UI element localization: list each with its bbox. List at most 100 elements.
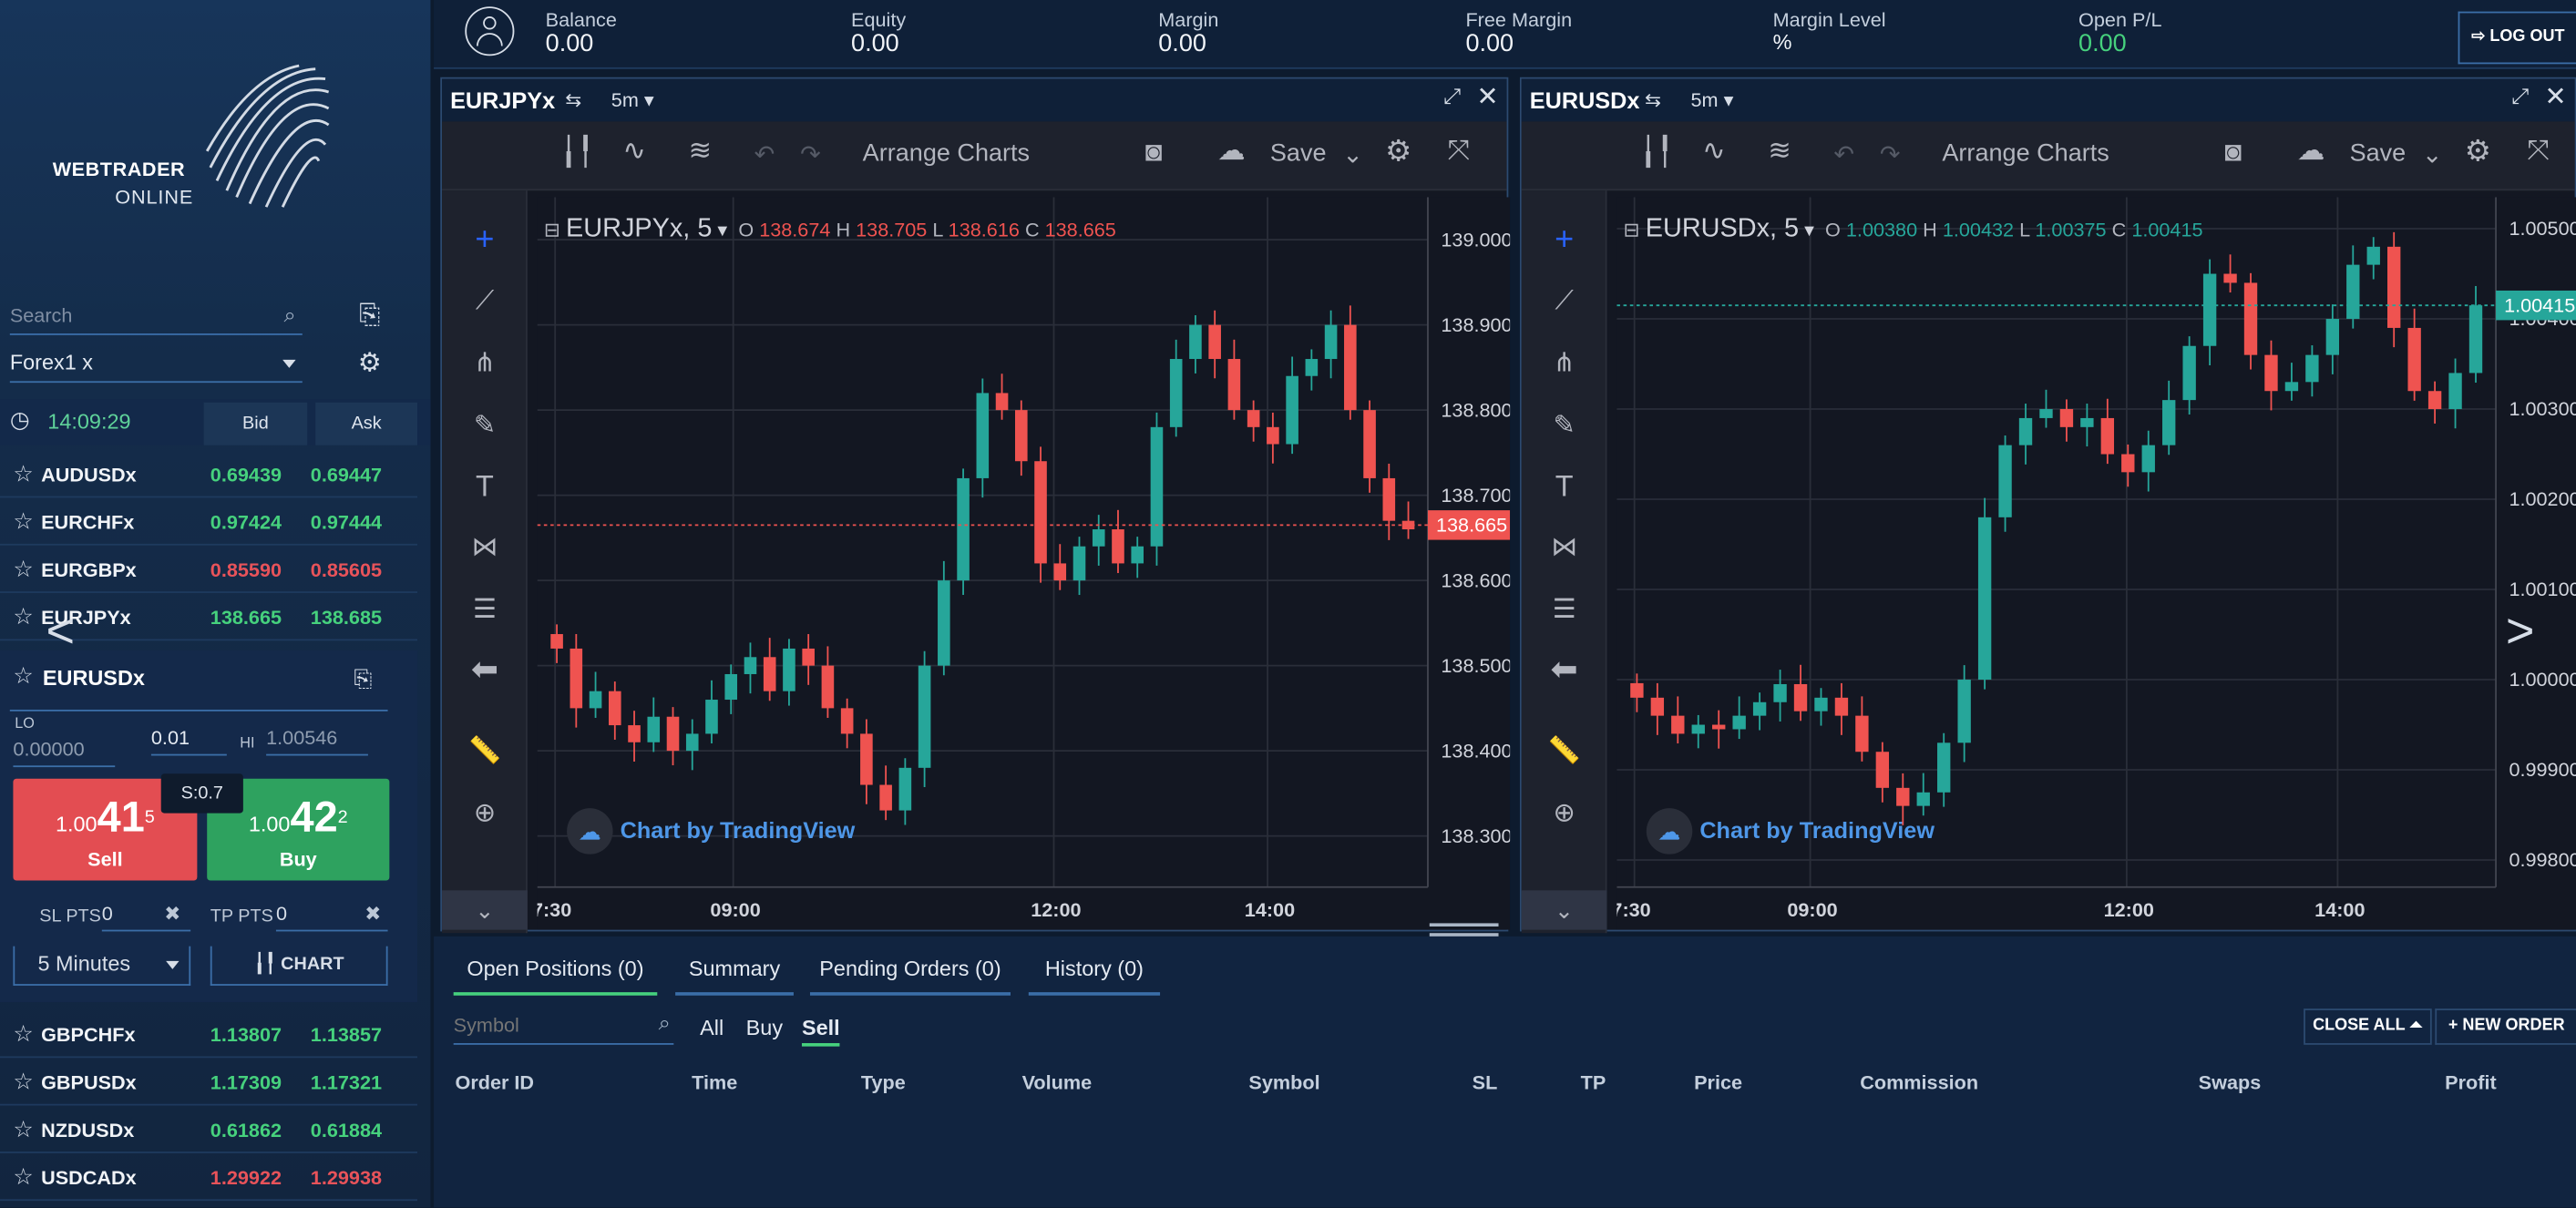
star-icon[interactable]: ☆	[13, 507, 34, 536]
interval-select[interactable]: 5 Minutes	[13, 946, 191, 986]
column-header[interactable]: Order ID	[455, 1071, 534, 1094]
quote-bid[interactable]: 1.13807	[210, 1023, 282, 1046]
star-icon[interactable]: ☆	[13, 460, 34, 488]
save-button[interactable]: Save	[1270, 139, 1327, 168]
fullscreen-icon[interactable]: ⤧	[1448, 135, 1471, 168]
chevron-down-icon[interactable]: ⌄	[442, 890, 528, 930]
gear-icon[interactable]: ⚙	[1385, 135, 1411, 169]
quote-row[interactable]: ☆ EURCHFx 0.97424 0.97444	[0, 499, 418, 546]
tab-summary[interactable]: Summary	[675, 953, 794, 996]
column-header[interactable]: Type	[861, 1071, 906, 1094]
chevron-down-icon[interactable]: ▾	[1804, 219, 1814, 241]
text-icon[interactable]: T	[1545, 466, 1584, 506]
crosshair-icon[interactable]: +	[1545, 220, 1584, 260]
quote-bid[interactable]: 0.61862	[210, 1119, 282, 1141]
quote-row[interactable]: ☆ EURGBPx 0.85590 0.85605	[0, 547, 418, 593]
close-icon[interactable]: ✕	[1476, 80, 1498, 113]
quote-bid[interactable]: 138.665	[210, 606, 282, 629]
pitchfork-icon[interactable]: ⋔	[465, 345, 504, 384]
quote-row[interactable]: ☆ GBPUSDx 1.17309 1.17321	[0, 1060, 418, 1106]
search-input[interactable]	[9, 299, 257, 333]
candles-icon[interactable]: ╽╿	[560, 137, 594, 169]
gear-icon[interactable]: ⚙	[2465, 135, 2491, 169]
collapse-icon[interactable]: ⊟	[1624, 219, 1640, 241]
expand-icon[interactable]: ⤢	[2511, 84, 2529, 110]
column-header[interactable]: Price	[1694, 1071, 1742, 1094]
sl-input[interactable]: 0 ✖	[101, 902, 191, 932]
bid-header[interactable]: Bid	[203, 402, 308, 445]
arrange-charts-button[interactable]: Arrange Charts	[1942, 139, 2109, 168]
quote-bid[interactable]: 1.17309	[210, 1071, 282, 1094]
cloud-icon[interactable]: ☁	[2297, 135, 2325, 168]
quote-bid[interactable]: 0.97424	[210, 511, 282, 534]
quote-ask[interactable]: 1.17321	[311, 1071, 382, 1094]
tab-open-positions[interactable]: Open Positions (0)	[453, 953, 658, 996]
projection-icon[interactable]: ☰	[1545, 591, 1584, 630]
candles-icon[interactable]: ╽╿	[1640, 137, 1674, 169]
star-icon[interactable]: ☆	[13, 1068, 34, 1096]
chart-button[interactable]: ╽╿ CHART	[210, 946, 388, 986]
column-header[interactable]: Swaps	[2199, 1071, 2262, 1094]
swap-icon[interactable]: ⇆	[565, 88, 581, 111]
quote-ask[interactable]: 138.685	[311, 606, 382, 629]
arrow-left-icon[interactable]: ⬅	[1545, 650, 1584, 690]
quote-row[interactable]: ☆ GBPCHFx 1.13807 1.13857	[0, 1012, 418, 1059]
quote-ask[interactable]: 0.85605	[311, 558, 382, 581]
column-header[interactable]: Commission	[1860, 1071, 1978, 1094]
filter-all[interactable]: All	[700, 1015, 724, 1039]
ask-header[interactable]: Ask	[315, 402, 418, 445]
timeframe-select[interactable]: 5m ▾	[1690, 88, 1733, 111]
quote-bid[interactable]: 1.29922	[210, 1166, 282, 1189]
arrow-left-icon[interactable]: ⬅	[465, 650, 504, 690]
chevron-down-icon[interactable]: ⌄	[2422, 139, 2443, 169]
timeframe-select[interactable]: 5m ▾	[611, 88, 654, 111]
column-header[interactable]: Volume	[1022, 1071, 1093, 1094]
lot-size-input[interactable]: 0.01	[150, 726, 227, 756]
arrange-charts-button[interactable]: Arrange Charts	[863, 139, 1030, 168]
indicator-icon[interactable]: ∿	[1702, 135, 1726, 168]
swap-icon[interactable]: ⇆	[1645, 88, 1661, 111]
chevron-down-icon[interactable]: ▾	[717, 219, 727, 241]
close-all-button[interactable]: CLOSE ALL ⏶	[2304, 1008, 2432, 1045]
pattern-icon[interactable]: ⋈	[465, 529, 504, 568]
camera-icon[interactable]: ◙	[1145, 137, 1163, 169]
star-icon[interactable]: ☆	[13, 555, 34, 583]
clear-tp-icon[interactable]: ✖	[364, 902, 381, 925]
fullscreen-icon[interactable]: ⤧	[2527, 135, 2550, 168]
gear-icon[interactable]: ⚙	[352, 346, 388, 383]
zoom-in-icon[interactable]: ⊕	[1545, 795, 1584, 834]
ruler-icon[interactable]: 📏	[1545, 732, 1584, 772]
save-button[interactable]: Save	[2350, 139, 2407, 168]
column-header[interactable]: Profit	[2445, 1071, 2497, 1094]
group-select[interactable]: Forex1 x	[9, 346, 303, 384]
redo-icon[interactable]: ↷	[800, 139, 821, 169]
chevron-down-icon[interactable]: ⌄	[1521, 890, 1607, 930]
add-watchlist-icon[interactable]: ⎘	[352, 299, 388, 335]
new-order-button[interactable]: + NEW ORDER	[2435, 1008, 2576, 1045]
brush-icon[interactable]: ✎	[1545, 407, 1584, 446]
star-icon[interactable]: ☆	[13, 1020, 34, 1049]
resize-handle[interactable]	[1429, 923, 1499, 937]
expand-icon[interactable]: ⤢	[1443, 84, 1461, 110]
tp-input[interactable]: 0 ✖	[275, 902, 388, 932]
star-icon[interactable]: ☆	[13, 603, 34, 631]
quote-row[interactable]: ☆ USDCADx 1.29922 1.29938	[0, 1155, 418, 1202]
quote-ask[interactable]: 1.29938	[311, 1166, 382, 1189]
quote-ask[interactable]: 0.97444	[311, 511, 382, 534]
quote-ask[interactable]: 0.61884	[311, 1119, 382, 1141]
zoom-in-icon[interactable]: ⊕	[465, 795, 504, 834]
pitchfork-icon[interactable]: ⋔	[1545, 345, 1584, 384]
undo-icon[interactable]: ↶	[1833, 139, 1854, 169]
undo-icon[interactable]: ↶	[754, 139, 775, 169]
quote-ask[interactable]: 1.13857	[311, 1023, 382, 1046]
projection-icon[interactable]: ☰	[465, 591, 504, 630]
star-icon[interactable]: ☆	[13, 1163, 34, 1192]
quote-bid[interactable]: 0.85590	[210, 558, 282, 581]
search-icon[interactable]: ⌕	[659, 1010, 671, 1037]
user-icon[interactable]	[465, 6, 515, 56]
templates-icon[interactable]: ≋	[1768, 135, 1791, 168]
star-icon[interactable]: ☆	[13, 662, 34, 691]
legend-symbol[interactable]: EURJPYx, 5	[566, 215, 712, 243]
cloud-icon[interactable]: ☁	[1217, 135, 1246, 168]
tradingview-attribution[interactable]: ☁ Chart by TradingView	[567, 808, 855, 855]
